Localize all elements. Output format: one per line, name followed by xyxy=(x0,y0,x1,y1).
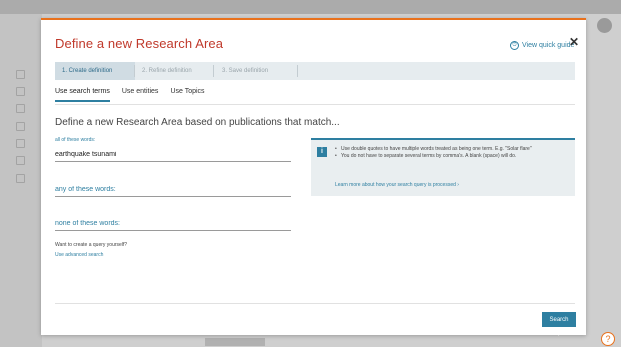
sidebar-doc-icon xyxy=(16,104,25,113)
app-sidebar xyxy=(0,14,42,347)
sidebar-people-icon xyxy=(16,87,25,96)
all-words-input[interactable] xyxy=(55,150,291,162)
app-footer-tab xyxy=(205,338,265,346)
sidebar-folder-icon xyxy=(16,139,25,148)
help-icon[interactable]: ? xyxy=(601,332,615,346)
all-words-label: all of these words: xyxy=(55,137,96,143)
step-create-definition[interactable]: 1. Create definition xyxy=(55,62,135,80)
advanced-search-link[interactable]: Use advanced search xyxy=(55,252,103,258)
sidebar-list-icon xyxy=(16,156,25,165)
search-tips-box: i Use double quotes to have multiple wor… xyxy=(311,138,575,196)
create-query-prompt: Want to create a query yourself? xyxy=(55,242,128,248)
tip-item: You do not have to separate several term… xyxy=(335,153,565,160)
tips-list: Use double quotes to have multiple words… xyxy=(335,146,565,160)
close-icon[interactable]: ✕ xyxy=(569,36,579,48)
info-icon: i xyxy=(317,147,327,157)
tab-use-search-terms[interactable]: Use search terms xyxy=(55,88,110,102)
tab-use-entities[interactable]: Use entities xyxy=(122,88,159,102)
any-words-input[interactable] xyxy=(55,185,291,197)
definition-stepper: 1. Create definition 2. Refine definitio… xyxy=(55,62,575,80)
form-heading: Define a new Research Area based on publ… xyxy=(55,117,340,128)
definition-tabs: Use search terms Use entities Use Topics xyxy=(55,88,205,102)
app-topbar xyxy=(0,0,621,14)
research-area-modal: Define a new Research Area ⏱ View quick … xyxy=(41,18,586,338)
tab-use-topics[interactable]: Use Topics xyxy=(170,88,204,102)
all-words-field: all of these words: xyxy=(55,137,291,162)
sidebar-chart-icon xyxy=(16,122,25,131)
step-divider xyxy=(297,65,298,77)
step-save-definition[interactable]: 3. Save definition xyxy=(215,62,302,80)
step-refine-definition[interactable]: 2. Refine definition xyxy=(135,62,214,80)
view-quick-guide-link[interactable]: ⏱ View quick guide xyxy=(510,41,574,50)
footer-divider xyxy=(55,303,575,304)
none-words-input[interactable] xyxy=(55,219,291,231)
sidebar-home-icon xyxy=(16,70,25,79)
sidebar-settings-icon xyxy=(16,174,25,183)
any-words-field xyxy=(55,178,291,197)
search-button[interactable]: Search › xyxy=(542,312,576,338)
learn-more-link[interactable]: Learn more about how your search query i… xyxy=(335,182,459,188)
modal-title: Define a new Research Area xyxy=(55,36,224,51)
tip-item: Use double quotes to have multiple words… xyxy=(335,146,565,153)
clock-icon: ⏱ xyxy=(510,41,519,50)
step-divider xyxy=(213,65,214,77)
quick-guide-label: View quick guide xyxy=(522,42,575,49)
app-avatar xyxy=(597,18,612,33)
none-words-field xyxy=(55,212,291,231)
tab-divider xyxy=(55,104,575,105)
